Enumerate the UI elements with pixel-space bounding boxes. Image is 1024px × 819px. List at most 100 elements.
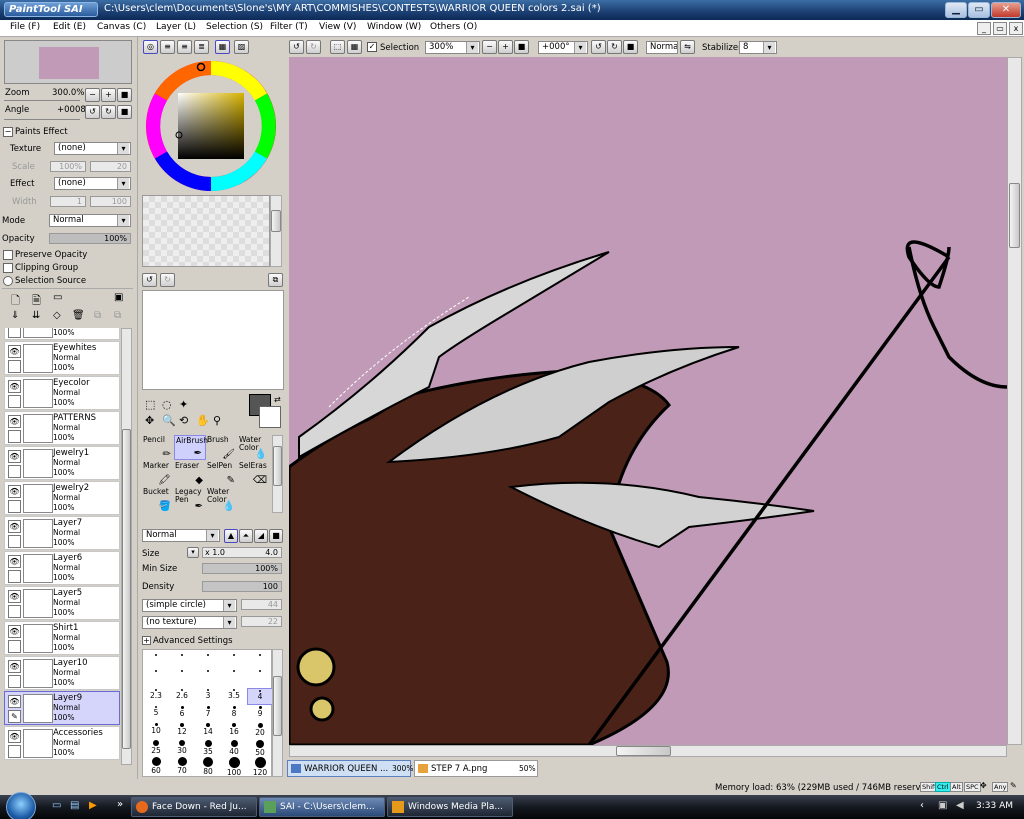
brush-size-preset-small[interactable] xyxy=(143,650,169,686)
brush-size-preset[interactable]: 3 xyxy=(195,688,221,705)
scale-bar[interactable]: 100% xyxy=(50,161,86,172)
brush-texture-number[interactable]: 22 xyxy=(241,616,282,627)
layer-row[interactable]: Normal100% xyxy=(4,328,120,340)
mixer-tab-icon[interactable]: ≣ xyxy=(194,40,209,54)
layer-pen-icon[interactable] xyxy=(8,570,21,583)
transfer-down-icon[interactable]: ⇓ xyxy=(11,310,19,321)
tool-water-color[interactable]: Water Color 💧 xyxy=(238,435,270,460)
brush-size-preset[interactable]: 14 xyxy=(195,722,221,739)
brush-size-preset[interactable]: 3.5 xyxy=(221,688,247,705)
angle-select[interactable]: +000° xyxy=(538,41,588,54)
eyedropper-icon[interactable]: ⚲ xyxy=(213,414,221,427)
close-button[interactable]: ✕ xyxy=(991,2,1021,18)
selection-checkbox[interactable]: ✓ xyxy=(367,42,377,52)
zoom-select[interactable]: 300% xyxy=(425,41,480,54)
clear-layer-icon[interactable]: ◇ xyxy=(53,310,61,321)
merge-down-icon[interactable]: ⇊ xyxy=(32,310,40,321)
flip-horizontal-icon[interactable]: ⇋ xyxy=(680,40,695,54)
visibility-eye-icon[interactable]: 👁 xyxy=(8,450,21,463)
color-wheel-tab-icon[interactable]: ◎ xyxy=(143,40,158,54)
brush-size-preset-small[interactable] xyxy=(195,650,221,686)
menu-filter[interactable]: Filter (T) xyxy=(270,22,308,32)
doc-tab-1[interactable]: WARRIOR QUEEN ... 300% xyxy=(287,760,413,777)
menu-edit[interactable]: Edit (E) xyxy=(53,22,86,32)
brush-size-preset[interactable]: 4 xyxy=(247,688,273,705)
doc-tab-2[interactable]: STEP 7 A.png 50% xyxy=(414,760,538,777)
rotate-reset-button[interactable]: ■ xyxy=(117,105,132,119)
visibility-eye-icon[interactable]: 👁 xyxy=(8,730,21,743)
angle-slider[interactable] xyxy=(4,117,80,120)
layer-row[interactable]: 👁 Jewelry1 Normal 100% xyxy=(4,446,120,480)
rotate-right-button[interactable]: ↻ xyxy=(101,105,116,119)
scratchpad-undo-icon[interactable]: ↺ xyxy=(142,273,157,287)
scratchpad-tab-icon[interactable]: ▨ xyxy=(234,40,249,54)
visibility-eye-icon[interactable]: 👁 xyxy=(8,590,21,603)
mdi-restore-button[interactable]: ▭ xyxy=(993,22,1007,35)
width-bar[interactable]: 1 xyxy=(50,196,86,207)
size-dropdown-icon[interactable]: ▾ xyxy=(187,547,199,558)
edge-medium-icon[interactable]: ⏶ xyxy=(239,529,253,543)
secondary-color-swatch[interactable] xyxy=(259,406,281,428)
new-vector-layer-icon[interactable]: 🗎 xyxy=(32,292,41,311)
brush-size-preset[interactable]: 16 xyxy=(221,722,247,739)
size-bar[interactable]: x 1.0 4.0 xyxy=(202,547,282,558)
volume-icon[interactable]: ◀ xyxy=(956,800,964,811)
visibility-eye-icon[interactable]: 👁 xyxy=(8,520,21,533)
visibility-eye-icon[interactable]: 👁 xyxy=(8,695,21,708)
toolbar-rotate-right-icon[interactable]: ↻ xyxy=(607,40,622,54)
swatch-scroll-thumb[interactable] xyxy=(271,210,281,232)
tool-airbrush[interactable]: AirBrush ✒ xyxy=(174,435,208,460)
layer-row[interactable]: 👁 Jewelry2 Normal 100% xyxy=(4,481,120,515)
tool-legacy-pen[interactable]: Legacy Pen ✒ xyxy=(174,487,206,512)
mdi-minimize-button[interactable]: _ xyxy=(977,22,991,35)
brush-size-preset[interactable]: 10 xyxy=(143,722,169,739)
brush-size-preset[interactable]: 25 xyxy=(143,739,169,756)
brush-size-preset[interactable]: 5 xyxy=(143,705,169,722)
tool-grid-scrollbar[interactable] xyxy=(272,435,283,513)
rgb-slider-tab-icon[interactable]: ≡ xyxy=(160,40,175,54)
texture-select[interactable]: (none) xyxy=(54,142,131,155)
tool-seleras[interactable]: SelEras ⌫ xyxy=(238,461,270,486)
brush-size-preset[interactable]: 50 xyxy=(247,739,273,757)
edge-hard-icon[interactable]: ▲ xyxy=(224,529,238,543)
brush-size-preset-small[interactable] xyxy=(221,650,247,686)
clock[interactable]: 3:33 AM xyxy=(976,801,1013,811)
toolbar-zoom-in-icon[interactable]: + xyxy=(498,40,513,54)
tool-grid-scroll-thumb[interactable] xyxy=(273,446,282,486)
show-desktop-icon[interactable]: ▭ xyxy=(52,800,61,811)
switch-windows-icon[interactable]: ▤ xyxy=(70,800,79,811)
brush-size-preset[interactable]: 8 xyxy=(221,705,247,722)
brush-shape-number[interactable]: 44 xyxy=(241,599,282,610)
toolbar-zoom-reset-icon[interactable]: ■ xyxy=(514,40,529,54)
layer-pen-icon[interactable] xyxy=(8,430,21,443)
brush-size-preset[interactable]: 35 xyxy=(195,739,221,756)
stabilizer-select[interactable]: 8 xyxy=(739,41,777,54)
brush-size-preset[interactable]: 120 xyxy=(247,756,273,777)
layer-row[interactable]: 👁 Accessories Normal 100% xyxy=(4,726,120,760)
menu-layer[interactable]: Layer (L) xyxy=(156,22,196,32)
swatches-tab-icon[interactable]: ▦ xyxy=(215,40,230,54)
zoom-reset-button[interactable]: ■ xyxy=(117,88,132,102)
visibility-eye-icon[interactable]: 👁 xyxy=(8,380,21,393)
visibility-eye-icon[interactable]: 👁 xyxy=(8,485,21,498)
tool-brush[interactable]: Brush 🖌 xyxy=(206,435,238,460)
layer-pen-icon[interactable] xyxy=(8,465,21,478)
density-bar[interactable]: 100 xyxy=(202,581,282,592)
visibility-eye-icon[interactable]: 👁 xyxy=(8,660,21,673)
swatch-grid[interactable] xyxy=(142,195,270,267)
brush-size-preset[interactable]: 40 xyxy=(221,739,247,756)
presets-scrollbar[interactable] xyxy=(272,649,283,777)
visibility-eye-icon[interactable]: 👁 xyxy=(8,555,21,568)
invert-selection-icon[interactable]: ▦ xyxy=(347,40,362,54)
layer-row[interactable]: 👁 Eyecolor Normal 100% xyxy=(4,376,120,410)
opacity-bar[interactable]: 100% xyxy=(49,233,131,244)
rect-select-icon[interactable]: ⬚ xyxy=(145,398,155,411)
maximize-button[interactable]: ▭ xyxy=(968,2,990,18)
start-button[interactable] xyxy=(6,792,36,819)
hsv-slider-tab-icon[interactable]: ≡ xyxy=(177,40,192,54)
layer-mask-icon[interactable]: ▣ xyxy=(114,292,123,303)
canvas-hscroll-thumb[interactable] xyxy=(616,746,671,756)
swap-colors-icon[interactable]: ⇄ xyxy=(274,395,281,404)
toolbar-rotate-reset-icon[interactable]: ■ xyxy=(623,40,638,54)
rotate-left-button[interactable]: ↺ xyxy=(85,105,100,119)
